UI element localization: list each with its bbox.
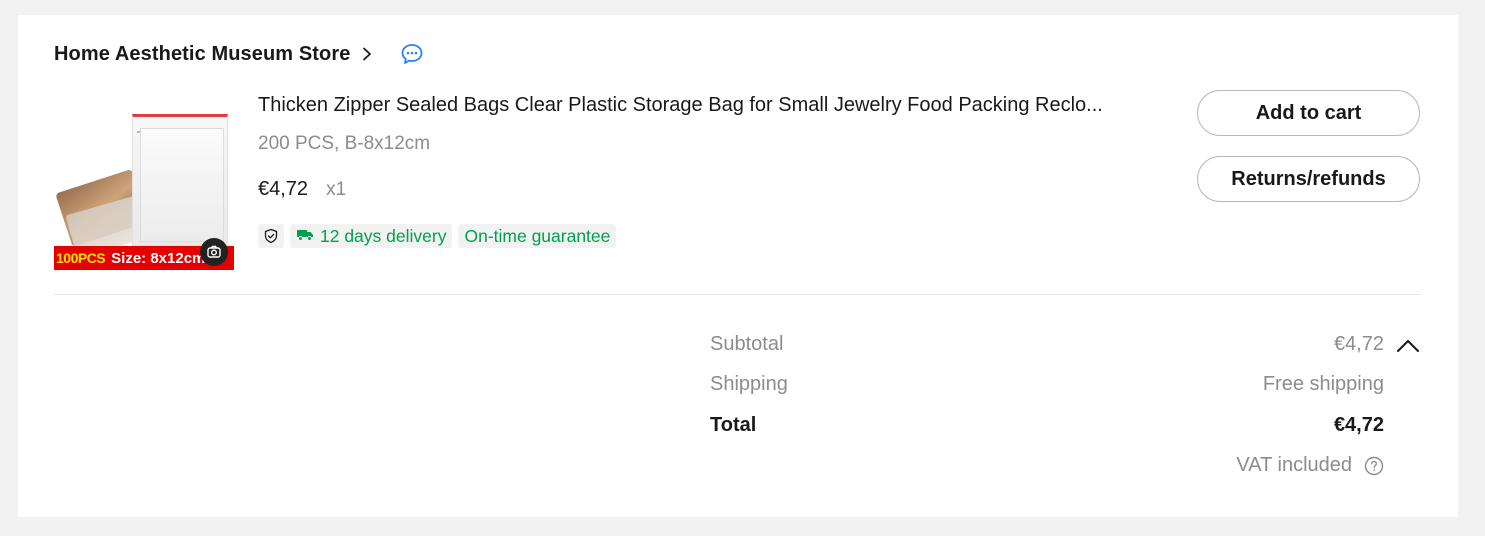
delivery-tag: 12 days delivery — [290, 224, 453, 248]
add-to-cart-button[interactable]: Add to cart — [1197, 90, 1420, 136]
shield-check-icon — [258, 224, 284, 248]
vat-label: VAT included — [1236, 454, 1352, 476]
product-photo-bag — [140, 128, 224, 242]
chevron-up-icon[interactable] — [1395, 337, 1421, 355]
total-value: €4,72 — [1333, 414, 1384, 436]
product-title[interactable]: Thicken Zipper Sealed Bags Clear Plastic… — [258, 94, 1158, 117]
product-quantity: x1 — [326, 179, 347, 200]
shipping-label: Shipping — [710, 373, 788, 395]
shipping-row: Shipping Free shipping — [710, 373, 1384, 396]
delivery-text: 12 days delivery — [320, 225, 447, 246]
price-row: €4,72 x1 — [258, 178, 346, 201]
returns-refunds-button[interactable]: Returns/refunds — [1197, 156, 1420, 202]
product-image[interactable]: 100PCS Size: 8x12cm — [54, 102, 234, 270]
vat-note: VAT included — [1158, 454, 1384, 477]
guarantee-tag: On-time guarantee — [458, 224, 617, 248]
banner-pcs-text: 100PCS — [54, 250, 108, 266]
delivery-tags: 12 days delivery On-time guarantee — [258, 224, 617, 248]
question-circle-icon[interactable] — [1364, 456, 1384, 476]
subtotal-value: €4,72 — [1333, 333, 1384, 355]
product-variant: 200 PCS, B-8x12cm — [258, 133, 431, 154]
subtotal-row: Subtotal €4,72 — [710, 333, 1384, 356]
chat-bubble-icon[interactable] — [400, 42, 424, 66]
store-name[interactable]: Home Aesthetic Museum Store — [54, 43, 350, 66]
divider — [54, 294, 1421, 295]
order-card: Home Aesthetic Museum Store 100PCS Size:… — [18, 15, 1458, 517]
camera-icon[interactable] — [200, 238, 228, 266]
truck-icon — [296, 226, 314, 247]
shipping-value: Free shipping — [1262, 373, 1384, 395]
banner-size-text: Size: 8x12cm — [111, 249, 206, 267]
total-label: Total — [710, 414, 757, 436]
product-price: €4,72 — [258, 178, 309, 200]
total-row: Total €4,72 — [710, 414, 1384, 437]
subtotal-label: Subtotal — [710, 333, 784, 355]
store-header[interactable]: Home Aesthetic Museum Store — [54, 41, 424, 67]
chevron-right-icon[interactable] — [360, 47, 374, 61]
